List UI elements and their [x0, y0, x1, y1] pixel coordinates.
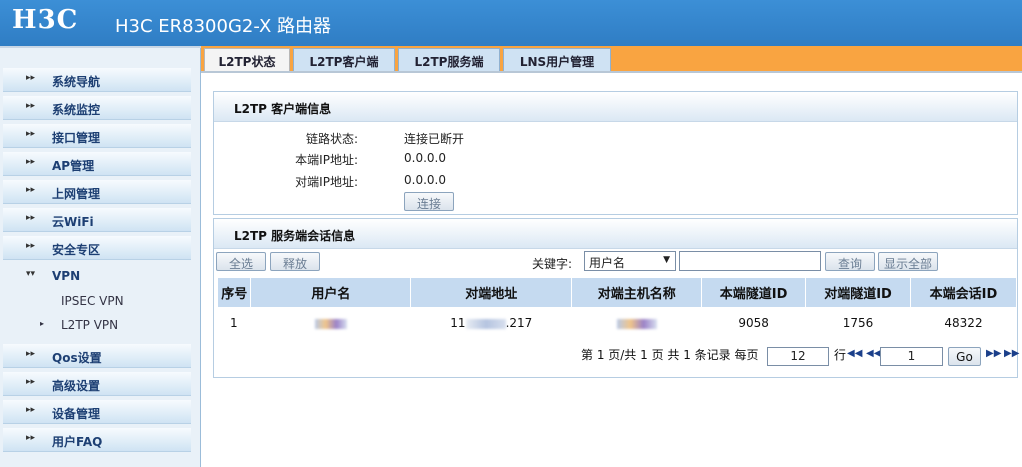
- sidebar-item-label: 设备管理: [52, 407, 101, 421]
- expand-arrow-icon: ▸▸: [26, 377, 36, 387]
- column-header[interactable]: 对端隧道ID: [805, 278, 911, 307]
- peer-address-prefix: 11: [450, 316, 466, 330]
- redacted-hostname: [616, 318, 657, 329]
- sidebar-item-interface[interactable]: ▸▸ 接口管理: [3, 124, 191, 148]
- sidebar-subitem-label: IPSEC VPN: [61, 294, 124, 308]
- sidebar-item-label: 系统监控: [52, 103, 101, 117]
- go-button[interactable]: Go: [948, 347, 981, 366]
- column-header[interactable]: 本端隧道ID: [701, 278, 807, 307]
- keyword-select-value: 用户名: [589, 256, 626, 270]
- peer-address-suffix: .217: [505, 316, 533, 330]
- keyword-input[interactable]: [679, 251, 821, 271]
- sidebar-item-label: 云WiFi: [52, 215, 94, 229]
- sidebar-subitem-ipsec-vpn[interactable]: IPSEC VPN: [40, 292, 190, 312]
- expand-arrow-icon: ▸▸: [26, 129, 36, 139]
- expand-arrow-icon: ▸▸: [26, 349, 36, 359]
- select-all-button[interactable]: 全选: [216, 252, 266, 271]
- connect-button[interactable]: 连接: [404, 192, 454, 211]
- query-button[interactable]: 查询: [825, 252, 875, 271]
- sidebar-item-label: 系统导航: [52, 75, 101, 89]
- rows-label: 行: [834, 348, 847, 362]
- sidebar-item-advanced[interactable]: ▸▸ 高级设置: [3, 372, 191, 396]
- first-page-icon[interactable]: ◀◀: [847, 348, 862, 359]
- expand-arrow-icon: ▸▸: [26, 73, 36, 83]
- sidebar-item-label: 上网管理: [52, 187, 101, 201]
- column-header[interactable]: 对端地址: [410, 278, 573, 307]
- active-arrow-icon: ▸: [40, 319, 45, 328]
- local-ip-value: 0.0.0.0: [404, 151, 446, 165]
- sidebar-item-label: AP管理: [52, 159, 95, 173]
- expand-arrow-icon: ▸▸: [26, 241, 36, 251]
- sidebar-item-device[interactable]: ▸▸ 设备管理: [3, 400, 191, 424]
- pager-summary: 第 1 页/共 1 页 共 1 条记录 每页: [581, 348, 759, 362]
- username-cell: [251, 307, 411, 339]
- peer-hostname-cell: [572, 307, 702, 339]
- sidebar-subitem-l2tp-vpn[interactable]: ▸ L2TP VPN: [40, 316, 190, 336]
- release-button[interactable]: 释放: [270, 252, 320, 271]
- tab-lns-users[interactable]: LNS用户管理: [503, 48, 611, 71]
- table-row[interactable]: 1 11 .217 9058 1756 48322: [218, 307, 1017, 339]
- sidebar-item-cloud-wifi[interactable]: ▸▸ 云WiFi: [3, 208, 191, 232]
- last-page-icon[interactable]: ▶▶: [1004, 348, 1019, 359]
- h3c-logo: H3C: [12, 5, 79, 35]
- column-header[interactable]: 本端会话ID: [910, 278, 1017, 307]
- column-header[interactable]: 序号: [218, 278, 252, 307]
- link-status-label: 链路状态:: [305, 132, 358, 146]
- local-tunnel-cell: 9058: [738, 316, 769, 330]
- keyword-label: 关键字:: [532, 257, 573, 271]
- table-header-row: 序号 用户名 对端地址 对端主机名称 本端隧道ID 对端隧道ID 本端会话ID: [218, 278, 1017, 307]
- tab-l2tp-server[interactable]: L2TP服务端: [398, 48, 500, 71]
- expand-arrow-icon: ▸▸: [26, 405, 36, 415]
- sidebar-item-ap[interactable]: ▸▸ AP管理: [3, 152, 191, 176]
- sidebar-item-label: 高级设置: [52, 379, 101, 393]
- sidebar-item-system-monitor[interactable]: ▸▸ 系统监控: [3, 96, 191, 120]
- sidebar-item-internet[interactable]: ▸▸ 上网管理: [3, 180, 191, 204]
- expand-arrow-icon: ▸▸: [26, 185, 36, 195]
- local-ip-label: 本端IP地址:: [295, 153, 358, 167]
- sidebar-item-label: 用户FAQ: [52, 435, 103, 449]
- peer-tunnel-cell: 1756: [842, 316, 874, 330]
- app-header: H3C H3C ER8300G2-X 路由器: [0, 0, 1022, 46]
- content-divider: [201, 71, 1022, 73]
- sidebar-subitem-label: L2TP VPN: [61, 318, 119, 332]
- page-input[interactable]: 1: [880, 347, 943, 366]
- page-title: H3C ER8300G2-X 路由器: [115, 16, 332, 37]
- collapse-arrow-icon: ▾▾: [26, 269, 36, 279]
- row-index: 1: [230, 316, 238, 330]
- expand-arrow-icon: ▸▸: [26, 101, 36, 111]
- peer-address-cell: 11 .217: [411, 307, 572, 339]
- sidebar-item-faq[interactable]: ▸▸ 用户FAQ: [3, 428, 191, 452]
- session-table: 序号 用户名 对端地址 对端主机名称 本端隧道ID 对端隧道ID 本端会话ID …: [218, 278, 1017, 339]
- chevron-down-icon: ▼: [663, 255, 670, 265]
- sidebar-item-label: VPN: [52, 269, 81, 283]
- sidebar-item-label: Qos设置: [52, 351, 102, 365]
- column-header[interactable]: 对端主机名称: [571, 278, 703, 307]
- redacted-address: [465, 318, 506, 329]
- sidebar-item-qos[interactable]: ▸▸ Qos设置: [3, 344, 191, 368]
- local-session-cell: 48322: [944, 316, 983, 330]
- sidebar-item-label: 安全专区: [52, 243, 101, 257]
- server-panel-title: L2TP 服务端会话信息: [214, 219, 1017, 249]
- column-header[interactable]: 用户名: [250, 278, 412, 307]
- per-page-input[interactable]: 12: [767, 347, 829, 366]
- redacted-username: [314, 318, 347, 329]
- client-panel-title: L2TP 客户端信息: [214, 92, 1017, 122]
- sidebar-item-vpn[interactable]: ▾▾ VPN: [3, 264, 191, 288]
- expand-arrow-icon: ▸▸: [26, 213, 36, 223]
- sidebar-item-label: 接口管理: [52, 131, 101, 145]
- link-status-value: 连接已断开: [404, 132, 465, 146]
- sidebar-item-security[interactable]: ▸▸ 安全专区: [3, 236, 191, 260]
- peer-ip-value: 0.0.0.0: [404, 173, 446, 187]
- tab-l2tp-status[interactable]: L2TP状态: [204, 48, 290, 71]
- sidebar-item-system-nav[interactable]: ▸▸ 系统导航: [3, 68, 191, 92]
- keyword-select[interactable]: 用户名 ▼: [584, 251, 676, 271]
- next-page-icon[interactable]: ▶▶: [986, 348, 1001, 359]
- peer-ip-label: 对端IP地址:: [295, 175, 358, 189]
- expand-arrow-icon: ▸▸: [26, 157, 36, 167]
- show-all-button[interactable]: 显示全部: [878, 252, 938, 271]
- expand-arrow-icon: ▸▸: [26, 433, 36, 443]
- tab-l2tp-client[interactable]: L2TP客户端: [293, 48, 395, 71]
